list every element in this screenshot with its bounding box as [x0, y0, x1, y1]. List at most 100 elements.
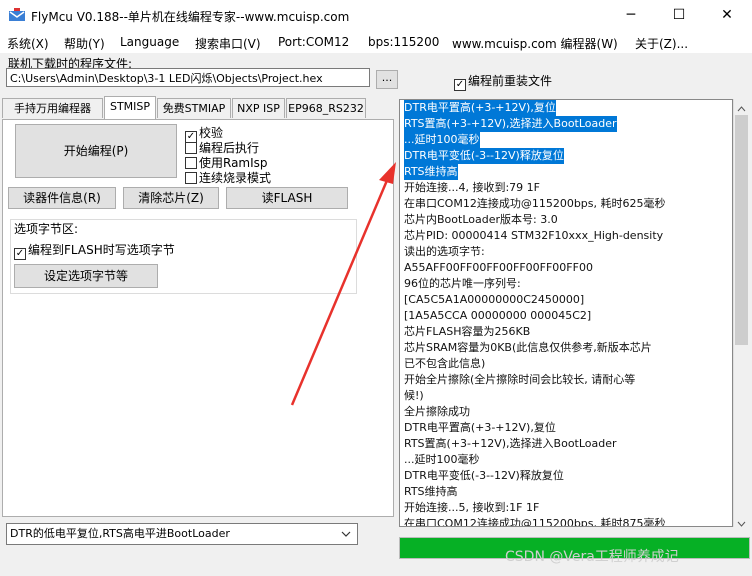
ramisp-checkbox-box[interactable] [185, 157, 197, 169]
log-line-text: 芯片FLASH容量为256KB [404, 325, 531, 338]
read-device-info-button[interactable]: 读器件信息(R) [8, 187, 116, 209]
log-line-text: 开始连接...4, 接收到:79 1F [404, 181, 541, 194]
red-arrow-annotation [290, 162, 396, 406]
chevron-down-icon [341, 524, 351, 551]
log-line: 在串口COM12连接成功@115200bps, 耗时875毫秒 [404, 516, 666, 527]
tab-ep968-rs232[interactable]: EP968_RS232 [286, 98, 366, 118]
reset-mode-value: DTR的低电平复位,RTS高电平进BootLoader [10, 527, 230, 540]
watermark: CSDN @Vera工程师养成记 [505, 549, 679, 565]
log-line-text: 已不包含此信息) [404, 357, 486, 370]
browse-button[interactable]: ... [376, 70, 398, 89]
log-line-text: [CA5C5A1A00000000C2450000] [404, 293, 585, 306]
log-line: 开始全片擦除(全片擦除时间会比较长, 请耐心等 [404, 372, 666, 388]
log-line-text: 开始连接...5, 接收到:1F 1F [404, 501, 540, 514]
log-line-text: RTS维持高 [404, 485, 458, 498]
menu-system[interactable]: 系统(X) [7, 35, 49, 52]
log-line-text: 芯片SRAM容量为0KB(此信息仅供参考,新版本芯片 [404, 341, 652, 354]
log-line-text: RTS置高(+3-+12V),选择进入BootLoader [404, 437, 617, 450]
log-line-selected-text: RTS置高(+3-+12V),选择进入BootLoader [404, 116, 617, 132]
log-line: 在串口COM12连接成功@115200bps, 耗时625毫秒 [404, 196, 666, 212]
option-bytes-title: 选项字节区: [14, 220, 79, 237]
reload-label: 编程前重装文件 [468, 74, 553, 88]
log-line-selected-text: RTS维持高 [404, 164, 458, 180]
continuous-checkbox-box[interactable] [185, 172, 197, 184]
scroll-down-icon[interactable] [737, 517, 746, 531]
run-after-label: 编程后执行 [199, 141, 260, 155]
maximize-button[interactable]: ☐ [656, 0, 702, 31]
log-line-text: [1A5A5CCA 00000000 000045C2] [404, 309, 592, 322]
close-button[interactable]: ✕ [704, 0, 750, 31]
log-line-text: 在串口COM12连接成功@115200bps, 耗时625毫秒 [404, 197, 666, 210]
log-line-text: 候!) [404, 389, 424, 402]
menu-help[interactable]: 帮助(Y) [64, 35, 105, 52]
log-scrollbar-thumb[interactable] [735, 115, 748, 345]
menu-bar: 系统(X) 帮助(Y) Language 搜索串口(V) Port:COM12 … [0, 31, 752, 53]
continuous-mode-checkbox[interactable]: 连续烧录模式 [185, 169, 271, 186]
log-line-text: 开始全片擦除(全片擦除时间会比较长, 请耐心等 [404, 373, 636, 386]
log-line-selected-text: ...延时100毫秒 [404, 132, 480, 148]
program-file-input[interactable]: C:\Users\Admin\Desktop\3-1 LED闪烁\Objects… [6, 68, 370, 87]
log-line: 已不包含此信息) [404, 356, 666, 372]
log-line: 芯片内BootLoader版本号: 3.0 [404, 212, 666, 228]
reload-before-program-checkbox[interactable]: ✓ 编程前重装文件 [454, 72, 552, 91]
reset-mode-select[interactable]: DTR的低电平复位,RTS高电平进BootLoader [6, 523, 358, 545]
log-line: 芯片PID: 00000414 STM32F10xxx_High-density [404, 228, 666, 244]
log-line: 开始连接...4, 接收到:79 1F [404, 180, 666, 196]
reload-checkbox-box[interactable]: ✓ [454, 79, 466, 91]
menu-bps[interactable]: bps:115200 [368, 35, 439, 49]
log-line: 芯片FLASH容量为256KB [404, 324, 666, 340]
tab-stmisp[interactable]: STMISP [104, 96, 156, 119]
log-line-text: A55AFF00FF00FF00FF00FF00FF00 [404, 261, 593, 274]
log-line-text: DTR电平置高(+3-+12V),复位 [404, 421, 556, 434]
write-option-bytes-checkbox[interactable]: ✓ 编程到FLASH时写选项字节 [14, 241, 175, 260]
menu-about[interactable]: 关于(Z)... [635, 35, 688, 52]
log-line-text: 读出的选项字节: [404, 245, 485, 258]
log-line-selected-text: DTR电平置高(+3-+12V),复位 [404, 100, 556, 116]
verify-label: 校验 [199, 126, 224, 140]
write-option-label: 编程到FLASH时写选项字节 [28, 243, 175, 257]
menu-search-port[interactable]: 搜索串口(V) [195, 35, 261, 52]
log-line-text: 96位的芯片唯一序列号: [404, 277, 521, 290]
log-line: RTS置高(+3-+12V),选择进入BootLoader [404, 436, 666, 452]
minimize-button[interactable]: ─ [608, 0, 654, 31]
tab-handheld-programmer[interactable]: 手持万用编程器 [2, 98, 103, 118]
log-line-text: DTR电平变低(-3--12V)释放复位 [404, 469, 564, 482]
log-line: RTS维持高 [404, 164, 666, 180]
tab-nxp-isp[interactable]: NXP ISP [232, 98, 285, 118]
ramisp-label: 使用RamIsp [199, 156, 268, 170]
log-line: RTS维持高 [404, 484, 666, 500]
log-line: 开始连接...5, 接收到:1F 1F [404, 500, 666, 516]
set-option-bytes-button[interactable]: 设定选项字节等 [14, 264, 158, 288]
scroll-up-icon[interactable] [737, 102, 746, 116]
write-option-checkbox-box[interactable]: ✓ [14, 248, 26, 260]
log-line: DTR电平变低(-3--12V)释放复位 [404, 468, 666, 484]
log-line: 芯片SRAM容量为0KB(此信息仅供参考,新版本芯片 [404, 340, 666, 356]
log-line: DTR电平置高(+3-+12V),复位 [404, 420, 666, 436]
log-line-text: 全片擦除成功 [404, 405, 470, 418]
log-line-selected-text: DTR电平变低(-3--12V)释放复位 [404, 148, 564, 164]
log-line: 读出的选项字节: [404, 244, 666, 260]
run-after-checkbox-box[interactable] [185, 142, 197, 154]
erase-chip-button[interactable]: 清除芯片(Z) [123, 187, 219, 209]
log-line-text: ...延时100毫秒 [404, 453, 480, 466]
menu-programmer[interactable]: www.mcuisp.com 编程器(W) [452, 35, 618, 52]
log-line: DTR电平变低(-3--12V)释放复位 [404, 148, 666, 164]
tab-free-stmiap[interactable]: 免费STMIAP [157, 98, 231, 118]
continuous-label: 连续烧录模式 [199, 171, 272, 185]
log-line-text: 在串口COM12连接成功@115200bps, 耗时875毫秒 [404, 517, 666, 527]
log-line: 候!) [404, 388, 666, 404]
log-line-text: 芯片内BootLoader版本号: 3.0 [404, 213, 558, 226]
log-line: [CA5C5A1A00000000C2450000] [404, 292, 666, 308]
log-line: 全片擦除成功 [404, 404, 666, 420]
log-line: DTR电平置高(+3-+12V),复位 [404, 100, 666, 116]
log-output[interactable]: DTR电平置高(+3-+12V),复位 RTS置高(+3-+12V),选择进入Bo… [399, 99, 733, 527]
menu-port[interactable]: Port:COM12 [278, 35, 349, 49]
title-bar: FlyMcu V0.188--单片机在线编程专家--www.mcuisp.com… [0, 0, 752, 31]
start-program-button[interactable]: 开始编程(P) [15, 124, 177, 178]
log-line: [1A5A5CCA 00000000 000045C2] [404, 308, 666, 324]
log-line: A55AFF00FF00FF00FF00FF00FF00 [404, 260, 666, 276]
log-line: RTS置高(+3-+12V),选择进入BootLoader [404, 116, 666, 132]
log-line: 96位的芯片唯一序列号: [404, 276, 666, 292]
app-icon [8, 7, 26, 25]
menu-language[interactable]: Language [120, 35, 179, 49]
